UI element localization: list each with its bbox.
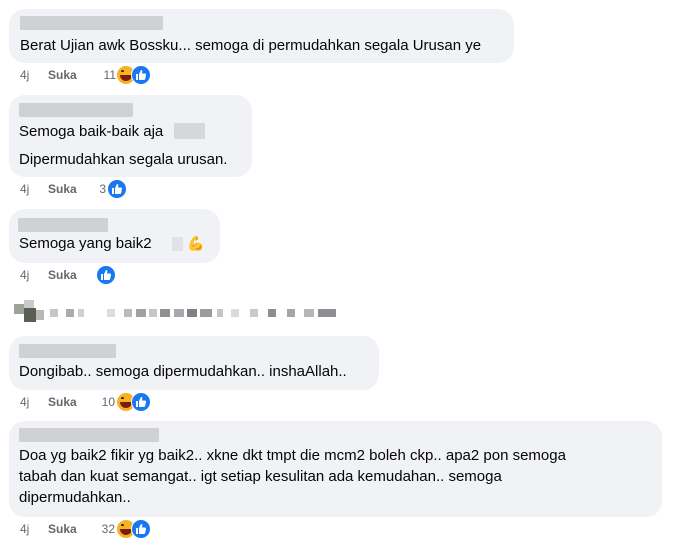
like-button[interactable]: Suka — [48, 395, 77, 409]
comment-meta: 4j Suka 3 — [20, 179, 160, 200]
commenter-name[interactable] — [18, 218, 108, 232]
mention-blur — [174, 123, 205, 139]
comment-text: Dipermudahkan segala urusan. — [19, 151, 228, 168]
comment-text: dipermudahkan.. — [19, 489, 131, 506]
like-icon — [96, 265, 116, 285]
reaction-icons[interactable] — [117, 65, 153, 85]
like-button[interactable]: Suka — [48, 522, 77, 536]
comment-text: Dongibab.. semoga dipermudahkan.. inshaA… — [19, 363, 347, 380]
comment-meta: 4j Suka 10 — [20, 392, 180, 413]
comment-time[interactable]: 4j — [20, 182, 29, 196]
pixelated-reply-row — [14, 300, 344, 328]
emoji-blur — [172, 237, 183, 251]
like-button[interactable]: Suka — [48, 68, 77, 82]
comment-text: Semoga yang baik2 — [19, 235, 152, 252]
comment-text: tabah dan kuat semangat.. igt setiap kes… — [19, 468, 502, 485]
reaction-count[interactable]: 3 — [84, 182, 106, 196]
like-icon — [131, 519, 151, 539]
comment-time[interactable]: 4j — [20, 268, 29, 282]
commenter-name[interactable] — [19, 428, 159, 442]
like-icon — [107, 179, 127, 199]
comment-time[interactable]: 4j — [20, 395, 29, 409]
comment-meta: 4j Suka 32 — [20, 519, 180, 540]
flex-emoji: 💪 — [187, 235, 205, 251]
commenter-name[interactable] — [19, 103, 133, 117]
reaction-icons[interactable] — [117, 392, 153, 412]
comment-meta: 4j Suka 11 — [20, 65, 180, 86]
comment-meta: 4j Suka — [20, 265, 140, 286]
reaction-icons[interactable] — [96, 265, 132, 285]
comment-text: Berat Ujian awk Bossku... semoga di perm… — [20, 37, 482, 54]
reaction-icons[interactable] — [107, 179, 143, 199]
reaction-count[interactable]: 10 — [93, 395, 115, 409]
like-icon — [131, 392, 151, 412]
comment-time[interactable]: 4j — [20, 68, 29, 82]
reaction-count[interactable]: 32 — [93, 522, 115, 536]
reaction-icons[interactable] — [117, 519, 153, 539]
like-button[interactable]: Suka — [48, 268, 77, 282]
like-button[interactable]: Suka — [48, 182, 77, 196]
like-icon — [131, 65, 151, 85]
comment-time[interactable]: 4j — [20, 522, 29, 536]
commenter-name[interactable] — [19, 344, 116, 358]
comment-text: Semoga baik-baik aja — [19, 123, 164, 140]
commenter-name[interactable] — [20, 16, 163, 30]
reaction-count[interactable]: 11 — [94, 68, 116, 82]
comment-text: Doa yg baik2 fikir yg baik2.. xkne dkt t… — [19, 447, 566, 464]
